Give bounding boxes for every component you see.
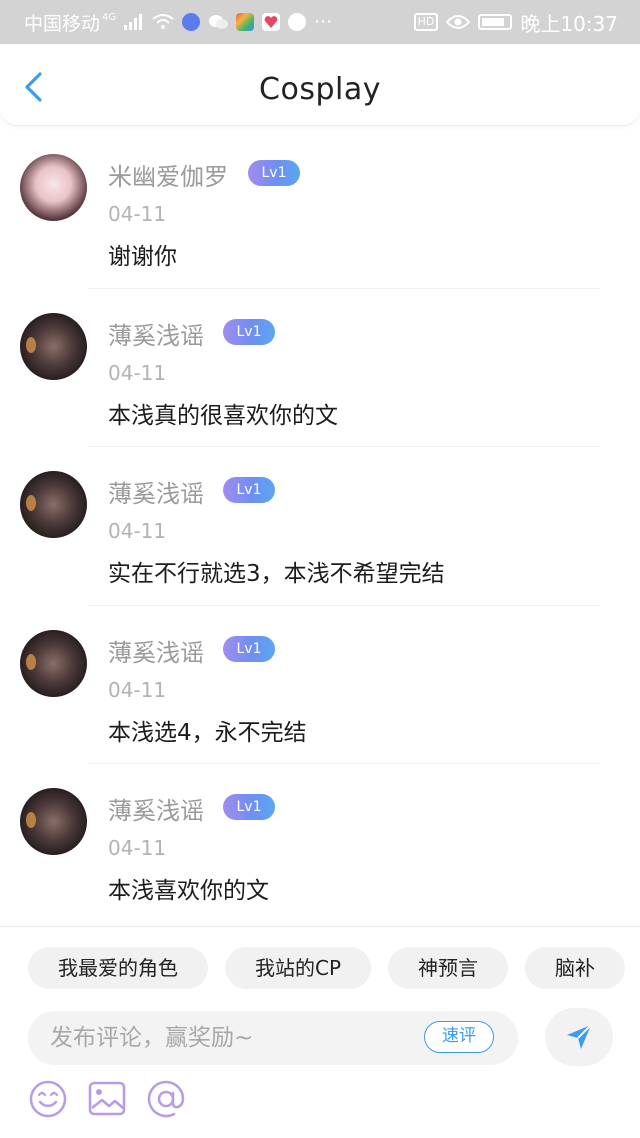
quick-tag-chip[interactable]: 脑补 bbox=[525, 947, 626, 989]
level-badge: Lv1 bbox=[223, 635, 275, 662]
avatar[interactable] bbox=[20, 788, 87, 855]
comment-date: 04-11 bbox=[108, 202, 167, 226]
clock: 晚上10:37 bbox=[520, 11, 618, 36]
comment-date: 04-11 bbox=[108, 677, 167, 702]
music-app-icon bbox=[182, 13, 201, 31]
page-title: Cosplay bbox=[259, 72, 381, 107]
status-bar: 中国移动 4G ··· HD 晚上10:37 bbox=[0, 0, 640, 44]
quick-tag-chip[interactable]: 我站的CP bbox=[225, 947, 372, 989]
avatar[interactable] bbox=[20, 471, 87, 538]
comment-item[interactable]: 薄奚浅谣 Lv1 04-11 本浅喜欢你的文 bbox=[0, 764, 640, 923]
comment-list[interactable]: 米幽爱伽罗 Lv1 04-11 谢谢你 薄奚浅谣 Lv1 04-11 本浅真的很… bbox=[0, 130, 640, 923]
comment-text: 本浅真的很喜欢你的文 bbox=[108, 402, 338, 429]
quick-review-button[interactable]: 速评 bbox=[424, 1021, 494, 1053]
more-notifications-icon: ··· bbox=[314, 11, 333, 33]
comment-username[interactable]: 薄奚浅谣 bbox=[108, 474, 204, 509]
comment-username[interactable]: 薄奚浅谣 bbox=[108, 791, 204, 826]
wifi-icon bbox=[152, 14, 174, 29]
app-icon-heart bbox=[262, 13, 281, 31]
comment-date: 04-11 bbox=[108, 836, 167, 860]
quick-tag-chip[interactable]: 神预言 bbox=[388, 947, 509, 989]
comment-text: 谢谢你 bbox=[108, 244, 177, 270]
send-button[interactable] bbox=[545, 1008, 613, 1066]
carrier-label: 中国移动 bbox=[24, 12, 101, 35]
image-button[interactable] bbox=[87, 1079, 127, 1119]
top-nav-bar: Cosplay bbox=[0, 44, 640, 126]
avatar[interactable] bbox=[20, 629, 87, 697]
emoji-icon bbox=[29, 1080, 67, 1118]
hd-icon: HD bbox=[413, 13, 439, 31]
comment-username[interactable]: 薄奚浅谣 bbox=[108, 316, 204, 351]
network-label: 4G bbox=[102, 11, 117, 23]
comment-input[interactable] bbox=[50, 1011, 410, 1065]
quick-tag-chip[interactable]: 我最爱的角色 bbox=[28, 947, 208, 989]
send-icon bbox=[567, 1024, 592, 1049]
avatar[interactable] bbox=[20, 154, 87, 221]
comment-composer: 我最爱的角色 我站的CP 神预言 脑补 速评 bbox=[0, 926, 640, 1138]
comment-item[interactable]: 米幽爱伽罗 Lv1 04-11 谢谢你 bbox=[0, 130, 640, 289]
app-icon-leaf bbox=[288, 13, 307, 31]
comment-item[interactable]: 薄奚浅谣 Lv1 04-11 本浅选4，永不完结 bbox=[0, 606, 640, 764]
comment-text: 本浅选4，永不完结 bbox=[108, 719, 307, 746]
comment-item[interactable]: 薄奚浅谣 Lv1 04-11 实在不行就选3，本浅不希望完结 bbox=[0, 447, 640, 606]
app-icon-colorful bbox=[236, 13, 255, 31]
level-badge: Lv1 bbox=[248, 160, 300, 186]
comment-text: 本浅喜欢你的文 bbox=[108, 878, 269, 904]
comment-text: 实在不行就选3，本浅不希望完结 bbox=[108, 561, 445, 587]
level-badge: Lv1 bbox=[223, 318, 275, 345]
comment-username[interactable]: 薄奚浅谣 bbox=[108, 633, 204, 668]
level-badge: Lv1 bbox=[223, 794, 275, 820]
quick-tag-row[interactable]: 我最爱的角色 我站的CP 神预言 脑补 bbox=[28, 947, 640, 989]
avatar[interactable] bbox=[20, 312, 87, 380]
comment-date: 04-11 bbox=[108, 360, 167, 385]
comment-item[interactable]: 薄奚浅谣 Lv1 04-11 本浅真的很喜欢你的文 bbox=[0, 289, 640, 447]
comment-date: 04-11 bbox=[108, 519, 167, 543]
at-icon bbox=[147, 1080, 185, 1118]
wechat-icon bbox=[209, 15, 229, 29]
comment-username[interactable]: 米幽爱伽罗 bbox=[108, 157, 228, 192]
comment-input-box[interactable]: 速评 bbox=[28, 1011, 518, 1065]
emoji-button[interactable] bbox=[28, 1079, 68, 1119]
signal-icon bbox=[124, 14, 143, 30]
level-badge: Lv1 bbox=[223, 477, 275, 503]
battery-icon bbox=[478, 14, 513, 30]
eye-icon bbox=[446, 15, 471, 29]
mention-button[interactable] bbox=[146, 1079, 186, 1119]
image-icon bbox=[88, 1081, 126, 1116]
